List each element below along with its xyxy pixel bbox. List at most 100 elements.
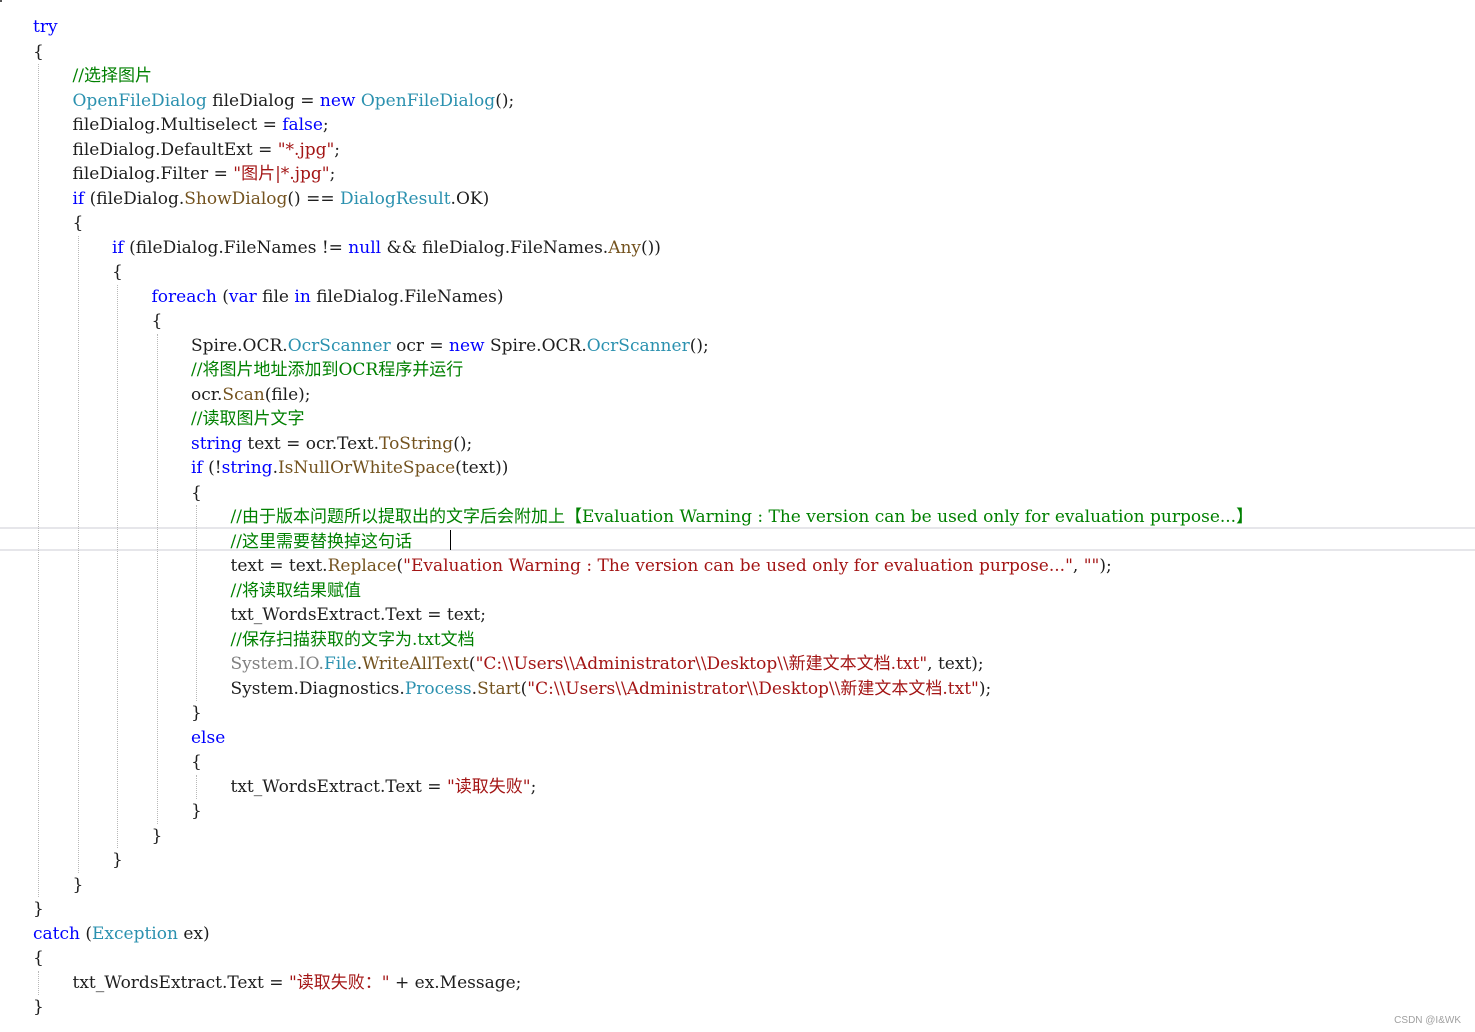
code-editor[interactable]: try {//选择图片 OpenFileDialog fileDialog = ne… — [0, 0, 1475, 1032]
code-token-plain: ( — [216, 286, 229, 307]
code-line[interactable]: } — [112, 848, 123, 872]
code-token-comment: //选择图片 — [72, 66, 152, 86]
code-token-plain: { — [33, 41, 44, 62]
code-line[interactable]: } — [152, 824, 163, 848]
code-line[interactable]: text = text.Replace("Evaluation Warning … — [231, 554, 1112, 578]
watermark: CSDN @I&WK — [1394, 1015, 1461, 1026]
code-token-plain: fileDialog.DefaultExt = — [72, 139, 278, 160]
code-token-plain: (file); — [264, 384, 311, 405]
corner-mark — [0, 0, 2, 2]
code-line[interactable]: { — [191, 481, 202, 505]
code-line[interactable]: } — [191, 701, 202, 725]
code-token-plain: { — [112, 262, 123, 282]
code-line[interactable]: ocr.Scan(file); — [191, 383, 311, 407]
code-line[interactable]: { — [73, 211, 84, 235]
code-token-comment: //将读取结果赋值 — [230, 580, 361, 601]
code-line[interactable]: else — [191, 726, 225, 750]
code-line[interactable]: //将图片地址添加到OCR程序并运行 — [191, 358, 463, 382]
code-token-method: ShowDialog — [184, 188, 288, 209]
code-line[interactable]: OpenFileDialog fileDialog = new OpenFile… — [73, 89, 515, 113]
code-line[interactable]: { — [191, 750, 202, 774]
code-token-plain: ( — [79, 923, 93, 944]
code-line[interactable]: Spire.OCR.OcrScanner ocr = new Spire.OCR… — [191, 334, 709, 358]
code-token-method: WriteAllText — [362, 654, 469, 674]
code-token-plain: (! — [202, 458, 222, 478]
code-token-plain: + ex.Message; — [389, 972, 522, 993]
code-token-plain: ); — [978, 678, 992, 699]
code-line[interactable]: txt_WordsExtract.Text = "读取失败：" + ex.Mes… — [73, 971, 522, 995]
code-line[interactable]: { — [112, 260, 123, 284]
code-token-plain: txt_WordsExtract.Text = — [230, 776, 447, 797]
code-token-plain: } — [191, 703, 202, 723]
code-token-plain: Spire.OCR. — [191, 335, 288, 356]
code-line[interactable]: } — [73, 873, 84, 897]
code-token-plain: .OK) — [450, 188, 490, 209]
code-line[interactable]: } — [33, 995, 44, 1019]
code-line[interactable]: { — [152, 309, 163, 333]
code-token-comment: //读取图片文字 — [191, 409, 305, 429]
code-line[interactable]: try — [33, 15, 58, 39]
code-token-plain: ; — [334, 139, 341, 160]
code-token-plain: , — [1072, 556, 1084, 576]
code-line[interactable]: if (fileDialog.ShowDialog() == DialogRes… — [73, 187, 490, 211]
indent-guide — [196, 505, 197, 701]
code-token-keyword: new — [449, 335, 485, 356]
code-token-plain: text = text. — [230, 556, 328, 576]
code-token-plain: ( — [468, 654, 476, 674]
code-line[interactable]: catch (Exception ex) — [33, 922, 210, 946]
code-token-type: Process — [404, 678, 472, 699]
code-token-plain: ); — [1099, 556, 1112, 576]
code-line[interactable]: { — [33, 946, 44, 970]
code-token-keyword: if — [72, 188, 85, 209]
code-token-keyword: if — [112, 237, 124, 258]
code-token-plain: fileDialog.Multiselect = — [72, 115, 283, 135]
code-line[interactable]: //选择图片 — [73, 64, 152, 88]
code-token-keyword: catch — [33, 923, 80, 944]
code-line[interactable]: fileDialog.Multiselect = false; — [73, 113, 329, 137]
code-line[interactable]: //将读取结果赋值 — [231, 579, 361, 603]
code-line[interactable]: txt_WordsExtract.Text = text; — [231, 603, 486, 627]
code-line[interactable]: if (fileDialog.FileNames != null && file… — [112, 236, 661, 260]
code-token-type: DialogResult — [339, 188, 451, 209]
code-line[interactable]: //读取图片文字 — [191, 407, 304, 431]
code-line[interactable]: foreach (var file in fileDialog.FileName… — [152, 285, 504, 309]
code-token-string: "" — [1083, 556, 1100, 576]
code-token-plain: } — [112, 850, 123, 870]
code-token-string: "Evaluation Warning : The version can be… — [403, 556, 1073, 576]
indent-guide — [38, 970, 39, 995]
code-line[interactable]: txt_WordsExtract.Text = "读取失败"; — [231, 775, 537, 799]
code-token-plain: , text); — [927, 654, 984, 674]
code-token-plain: ()) — [641, 237, 661, 258]
code-line[interactable]: fileDialog.Filter = "图片|*.jpg"; — [73, 162, 336, 186]
indent-guide — [156, 333, 158, 824]
code-token-plain: (fileDialog. — [84, 188, 185, 209]
code-line[interactable]: } — [191, 799, 202, 823]
code-token-plain: (text)) — [455, 458, 509, 478]
code-token-method: Any — [608, 237, 642, 258]
code-token-keyword: foreach — [151, 286, 217, 307]
code-line[interactable]: string text = ocr.Text.ToString(); — [191, 432, 472, 456]
code-token-plain: { — [191, 482, 202, 503]
code-token-type: File — [323, 654, 357, 674]
code-token-type: OcrScanner — [586, 335, 690, 356]
code-line[interactable]: System.IO.File.WriteAllText("C:\\Users\\… — [231, 652, 984, 676]
code-line[interactable]: if (!string.IsNullOrWhiteSpace(text)) — [191, 456, 508, 480]
code-line[interactable]: { — [33, 40, 44, 64]
code-line[interactable]: //保存扫描获取的文字为.txt文档 — [231, 628, 475, 652]
code-token-plain: { — [72, 213, 84, 233]
code-token-plain: { — [33, 948, 44, 968]
code-token-keyword: var — [228, 286, 257, 307]
code-token-keyword: string — [191, 433, 242, 454]
code-line[interactable]: } — [33, 897, 44, 921]
code-token-keyword: null — [348, 237, 382, 258]
code-line[interactable]: //由于版本问题所以提取出的文字后会附加上【Evaluation Warning… — [231, 505, 1254, 529]
code-line[interactable]: fileDialog.DefaultExt = "*.jpg"; — [73, 138, 341, 162]
code-line[interactable]: System.Diagnostics.Process.Start("C:\\Us… — [231, 677, 992, 701]
code-line[interactable]: //这里需要替换掉这句话 — [231, 530, 412, 554]
code-token-plain: { — [151, 311, 163, 331]
code-token-plain: text = ocr.Text. — [241, 433, 380, 454]
code-token-plain: } — [33, 899, 44, 919]
code-token-type: OpenFileDialog — [360, 90, 496, 111]
code-token-keyword: false — [282, 115, 323, 135]
code-token-type: OcrScanner — [287, 335, 391, 356]
